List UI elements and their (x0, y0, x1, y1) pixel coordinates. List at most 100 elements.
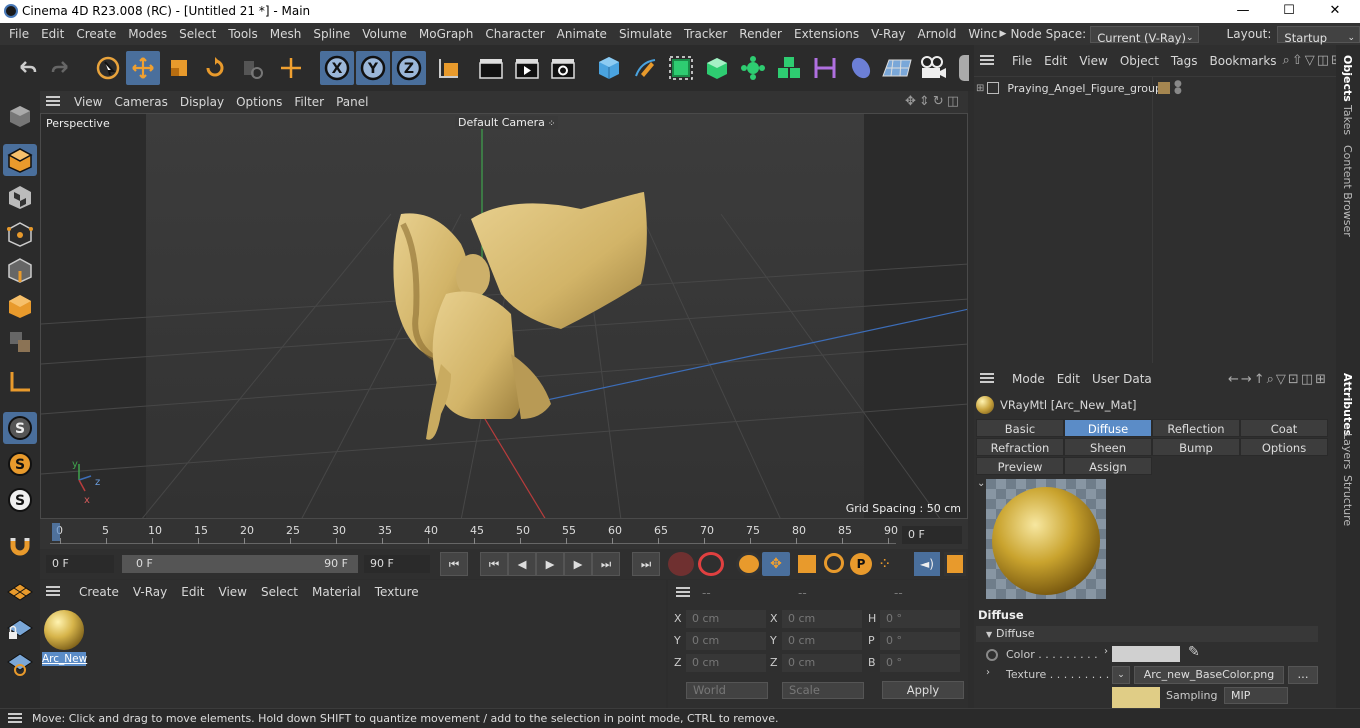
rotate-tool-button[interactable] (198, 51, 232, 85)
menu-vray[interactable]: V-Ray (865, 23, 911, 45)
material-menu-material[interactable]: Material (305, 585, 368, 599)
menu-select[interactable]: Select (173, 23, 222, 45)
undo-button[interactable] (10, 51, 44, 85)
tab-assign[interactable]: Assign (1064, 457, 1152, 475)
coords-space-select[interactable]: World (686, 682, 768, 699)
light-button[interactable] (959, 55, 969, 81)
render-to-picture-viewer-button[interactable] (510, 51, 544, 85)
key-rotation-button[interactable] (824, 553, 844, 573)
scale-tool-button[interactable] (162, 51, 196, 85)
menu-arnold[interactable]: Arnold (912, 23, 963, 45)
visibility-dots-icon[interactable]: ● ● (1174, 80, 1182, 96)
preview-collapse-icon[interactable]: ⌄ (977, 478, 985, 489)
max-frame-field[interactable]: 90 F (364, 555, 430, 573)
menu-tools[interactable]: Tools (222, 23, 264, 45)
record-active-objects-button[interactable] (668, 552, 694, 576)
material-menu-select[interactable]: Select (254, 585, 305, 599)
keyframe-selection-button[interactable] (736, 552, 762, 576)
subdivision-surface-button[interactable] (664, 51, 698, 85)
side-tab-takes[interactable]: Takes (1341, 105, 1354, 135)
viewport-nav-icons[interactable]: ✥⇕↻◫ (899, 91, 968, 113)
menu-spline[interactable]: Spline (307, 23, 356, 45)
material-preview[interactable] (986, 479, 1106, 599)
tab-options[interactable]: Options (1240, 438, 1328, 456)
menu-modes[interactable]: Modes (122, 23, 173, 45)
attribute-nav-icons[interactable]: ←→↑⌕▽⊡◫⊞ (1228, 372, 1328, 387)
texture-expand-icon[interactable]: › (986, 667, 990, 678)
object-row[interactable]: ⊞ Praying_Angel_Figure_group ● ● (976, 79, 1332, 97)
object-menu-file[interactable]: File (1006, 54, 1038, 68)
layout-select[interactable]: Startup ⌄ (1277, 25, 1360, 45)
attribute-menu-user-data[interactable]: User Data (1086, 372, 1158, 386)
viewport-menu-view[interactable]: View (68, 91, 108, 113)
menu-file[interactable]: File (3, 23, 35, 45)
viewport-menu-display[interactable]: Display (174, 91, 230, 113)
viewport-menu-panel[interactable]: Panel (330, 91, 374, 113)
snap-button[interactable] (3, 530, 37, 562)
key-position-button[interactable]: ✥ (762, 552, 790, 576)
previous-keyframe-button[interactable]: ⏮ (480, 552, 508, 576)
y-axis-button[interactable]: Y (356, 51, 390, 85)
extrude-button[interactable] (700, 51, 734, 85)
status-menu-icon[interactable] (8, 712, 22, 726)
object-manager-search-icon[interactable]: ⌕⇧▽◫⊞ (1283, 53, 1344, 68)
solo-hierarchy-button[interactable]: S (3, 448, 37, 480)
uv-mode-button[interactable] (3, 326, 37, 358)
next-keyframe-button[interactable]: ⏭ (592, 552, 620, 576)
coord-value-field[interactable]: 0 cm (686, 632, 766, 650)
coord-value-field[interactable]: 0 cm (782, 632, 862, 650)
render-settings-button[interactable] (546, 51, 580, 85)
menu-animate[interactable]: Animate (551, 23, 613, 45)
sampling-select[interactable]: MIP (1224, 687, 1288, 704)
material-swatch[interactable]: Arc_New (42, 608, 87, 666)
polygons-mode-button[interactable] (3, 290, 37, 322)
material-menu-icon[interactable] (46, 585, 60, 599)
color-expand-icon[interactable]: › (1104, 646, 1108, 657)
object-menu-view[interactable]: View (1073, 54, 1113, 68)
menu-create[interactable]: Create (70, 23, 122, 45)
render-view-button[interactable] (474, 51, 508, 85)
texture-browse-button[interactable]: ... (1288, 666, 1318, 684)
tab-coat[interactable]: Coat (1240, 419, 1328, 437)
coord-value-field[interactable]: 0 cm (782, 654, 862, 672)
spline-pen-button[interactable] (628, 51, 662, 85)
side-tab-layers[interactable]: Layers (1341, 433, 1354, 469)
attribute-menu-mode[interactable]: Mode (1006, 372, 1051, 386)
viewport-camera-label[interactable]: Default Camera ⁘ (455, 116, 559, 129)
key-scale-button[interactable] (798, 555, 816, 573)
timeline-window-button[interactable] (944, 552, 966, 576)
autokey-button[interactable] (698, 552, 724, 576)
recent-tool-button[interactable] (236, 51, 270, 85)
side-tab-content-browser[interactable]: Content Browser (1341, 145, 1354, 237)
tab-diffuse[interactable]: Diffuse (1064, 419, 1152, 437)
viewport-perspective[interactable]: y z x Perspective Default Camera ⁘ Grid S… (40, 113, 968, 519)
diffuse-color-swatch[interactable] (1112, 646, 1180, 662)
tab-bump[interactable]: Bump (1152, 438, 1240, 456)
points-mode-button[interactable] (3, 218, 37, 250)
timeline-sound-button[interactable]: ◄) (914, 552, 940, 576)
menu-volume[interactable]: Volume (356, 23, 413, 45)
viewport-menu-cameras[interactable]: Cameras (108, 91, 173, 113)
move-tool-button[interactable] (126, 51, 160, 85)
expand-icon[interactable]: ⊞ (976, 83, 984, 94)
redo-button[interactable] (44, 51, 78, 85)
texture-thumbnail[interactable] (1112, 687, 1160, 709)
eyedropper-icon[interactable]: ✎ (1188, 644, 1200, 660)
tab-preview-settings[interactable]: Preview Settings (976, 457, 1064, 492)
side-tab-objects[interactable]: Objects (1341, 55, 1354, 102)
play-button[interactable]: ▶ (536, 552, 564, 576)
coords-menu-icon[interactable] (676, 586, 690, 600)
material-menu-create[interactable]: Create (72, 585, 126, 599)
key-parameter-button[interactable]: P (850, 553, 872, 575)
live-selection-button[interactable] (91, 51, 125, 85)
coord-value-field[interactable]: 0 cm (686, 654, 766, 672)
object-menu-edit[interactable]: Edit (1038, 54, 1073, 68)
frame-range-slider[interactable]: 0 F 90 F (122, 555, 358, 573)
menu-window[interactable]: Winc (962, 23, 999, 45)
texture-file-button[interactable]: Arc_new_BaseColor.png (1134, 666, 1284, 684)
menu-overflow-icon[interactable]: ▶ (1000, 23, 1011, 45)
side-tab-attributes[interactable]: Attributes (1341, 373, 1354, 436)
diffuse-group-header[interactable]: ▼ Diffuse (976, 626, 1318, 642)
model-mode-button[interactable] (3, 144, 37, 176)
node-space-select[interactable]: Current (V-Ray) ⌄ (1090, 25, 1199, 45)
